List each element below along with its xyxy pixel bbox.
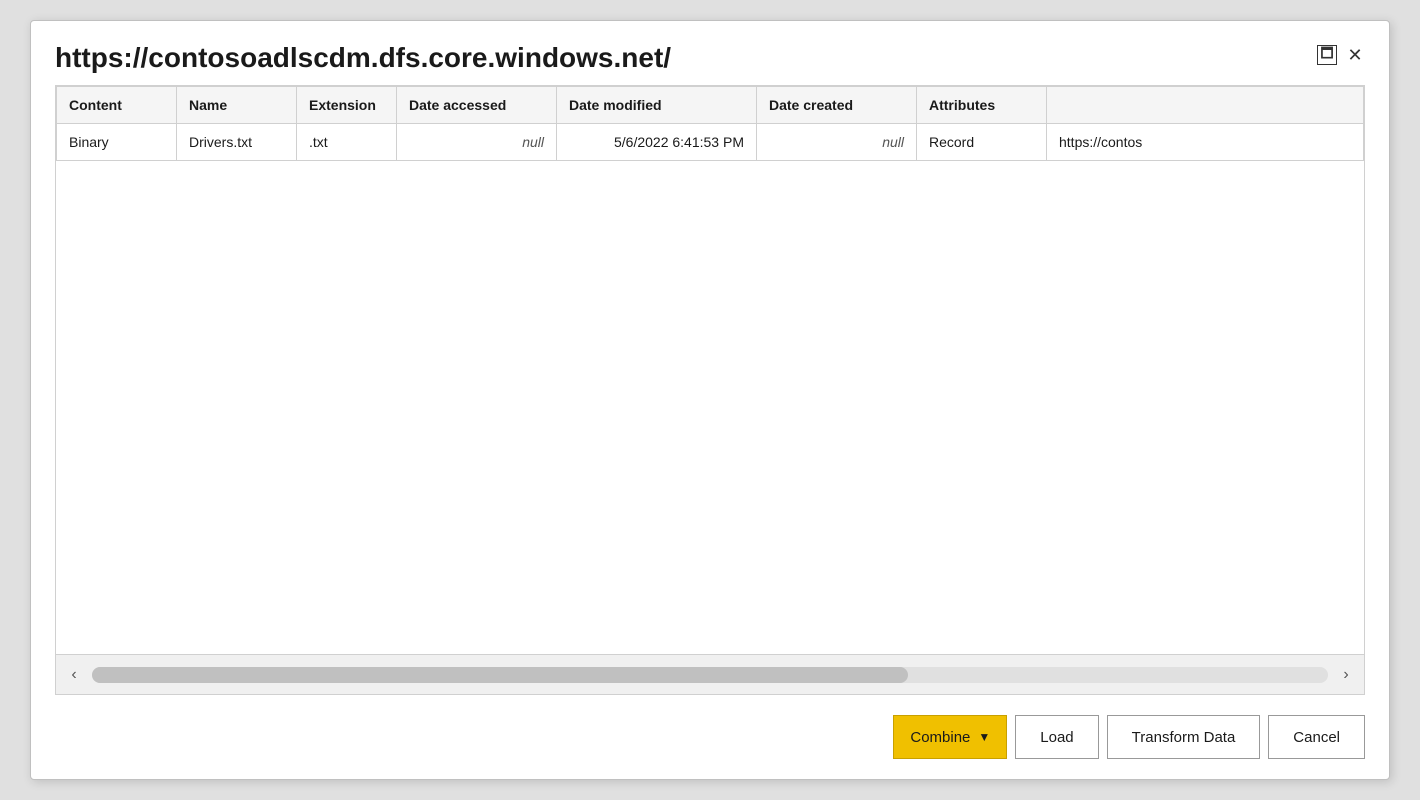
data-table-container: Content Name Extension Date accessed Dat…: [55, 85, 1365, 695]
footer: Combine ▼ Load Transform Data Cancel: [31, 695, 1389, 779]
scroll-left-button[interactable]: ‹: [60, 661, 88, 689]
horizontal-scrollbar[interactable]: ‹ ›: [56, 654, 1364, 694]
close-button[interactable]: ✕: [1345, 45, 1365, 65]
col-header-date-modified: Date modified: [557, 86, 757, 123]
title-bar: https://contosoadlscdm.dfs.core.windows.…: [31, 21, 1389, 85]
cancel-button[interactable]: Cancel: [1268, 715, 1365, 759]
cell-date-accessed: null: [397, 123, 557, 160]
window-controls: 🗖 ✕: [1317, 41, 1365, 65]
minimize-button[interactable]: 🗖: [1317, 45, 1337, 65]
cell-attributes: Record: [917, 123, 1047, 160]
combine-dropdown-arrow[interactable]: ▼: [978, 730, 990, 744]
load-button[interactable]: Load: [1015, 715, 1098, 759]
cell-url: https://contos: [1047, 123, 1364, 160]
table-row[interactable]: Binary Drivers.txt .txt null 5/6/2022 6:…: [57, 123, 1364, 160]
col-header-date-accessed: Date accessed: [397, 86, 557, 123]
cell-date-modified: 5/6/2022 6:41:53 PM: [557, 123, 757, 160]
combine-button[interactable]: Combine ▼: [893, 715, 1007, 759]
scrollbar-thumb[interactable]: [92, 667, 908, 683]
col-header-extension: Extension: [297, 86, 397, 123]
col-header-attributes: Attributes: [917, 86, 1047, 123]
col-header-url: [1047, 86, 1364, 123]
table-scroll-area: Content Name Extension Date accessed Dat…: [56, 86, 1364, 654]
transform-data-button[interactable]: Transform Data: [1107, 715, 1261, 759]
col-header-content: Content: [57, 86, 177, 123]
cell-date-created: null: [757, 123, 917, 160]
cell-name: Drivers.txt: [177, 123, 297, 160]
dialog: https://contosoadlscdm.dfs.core.windows.…: [30, 20, 1390, 780]
col-header-name: Name: [177, 86, 297, 123]
table-header-row: Content Name Extension Date accessed Dat…: [57, 86, 1364, 123]
col-header-date-created: Date created: [757, 86, 917, 123]
cell-content: Binary: [57, 123, 177, 160]
cell-extension: .txt: [297, 123, 397, 160]
dialog-title: https://contosoadlscdm.dfs.core.windows.…: [55, 41, 671, 75]
combine-label: Combine: [910, 729, 970, 746]
scrollbar-track[interactable]: [92, 667, 1328, 683]
data-table: Content Name Extension Date accessed Dat…: [56, 86, 1364, 161]
scroll-right-button[interactable]: ›: [1332, 661, 1360, 689]
